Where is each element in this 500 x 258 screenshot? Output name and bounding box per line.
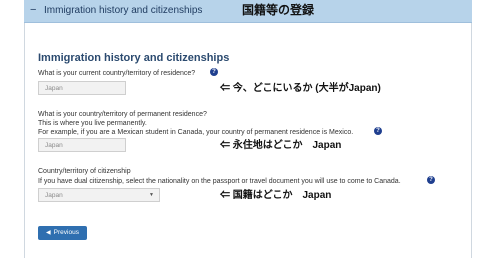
current-residence-label: What is your current country/territory o…: [38, 70, 196, 77]
permanent-residence-field[interactable]: Japan: [38, 138, 126, 152]
frame-right-border: [471, 23, 472, 258]
collapse-icon[interactable]: −: [30, 4, 36, 16]
arrow-left-icon: ◀: [46, 230, 51, 236]
help-icon[interactable]: ?: [210, 68, 218, 76]
citizenship-select-value: Japan: [45, 192, 63, 199]
previous-button[interactable]: ◀ Previous: [38, 226, 87, 240]
permanent-residence-annotation: ⇐ 永住地はどこか Japan: [220, 140, 342, 151]
current-residence-field[interactable]: Japan: [38, 81, 126, 95]
citizenship-hint: If you have dual citizenship, select the…: [38, 178, 401, 185]
help-icon[interactable]: ?: [427, 176, 435, 184]
citizenship-label: Country/territory of citizenship: [38, 168, 131, 175]
previous-button-label: Previous: [53, 229, 79, 236]
permanent-residence-label: What is your country/territory of perman…: [38, 111, 207, 118]
section-header[interactable]: − Immigration history and citizenships 国…: [24, 0, 472, 23]
section-header-title[interactable]: Immigration history and citizenships: [44, 5, 202, 17]
citizenship-select[interactable]: Japan ▼: [38, 188, 160, 202]
page-title: Immigration history and citizenships: [38, 52, 230, 64]
chevron-down-icon: ▼: [149, 192, 154, 198]
permanent-residence-example: For example, if you are a Mexican studen…: [38, 129, 354, 136]
header-annotation: 国籍等の登録: [242, 3, 315, 17]
citizenship-annotation: ⇐ 国籍はどこか Japan: [220, 190, 332, 201]
permanent-residence-hint: This is where you live permanently.: [38, 120, 147, 127]
help-icon[interactable]: ?: [374, 127, 382, 135]
frame-left-border: [24, 23, 25, 258]
current-residence-annotation: ⇐ 今、どこにいるか (大半がJapan): [220, 83, 381, 94]
